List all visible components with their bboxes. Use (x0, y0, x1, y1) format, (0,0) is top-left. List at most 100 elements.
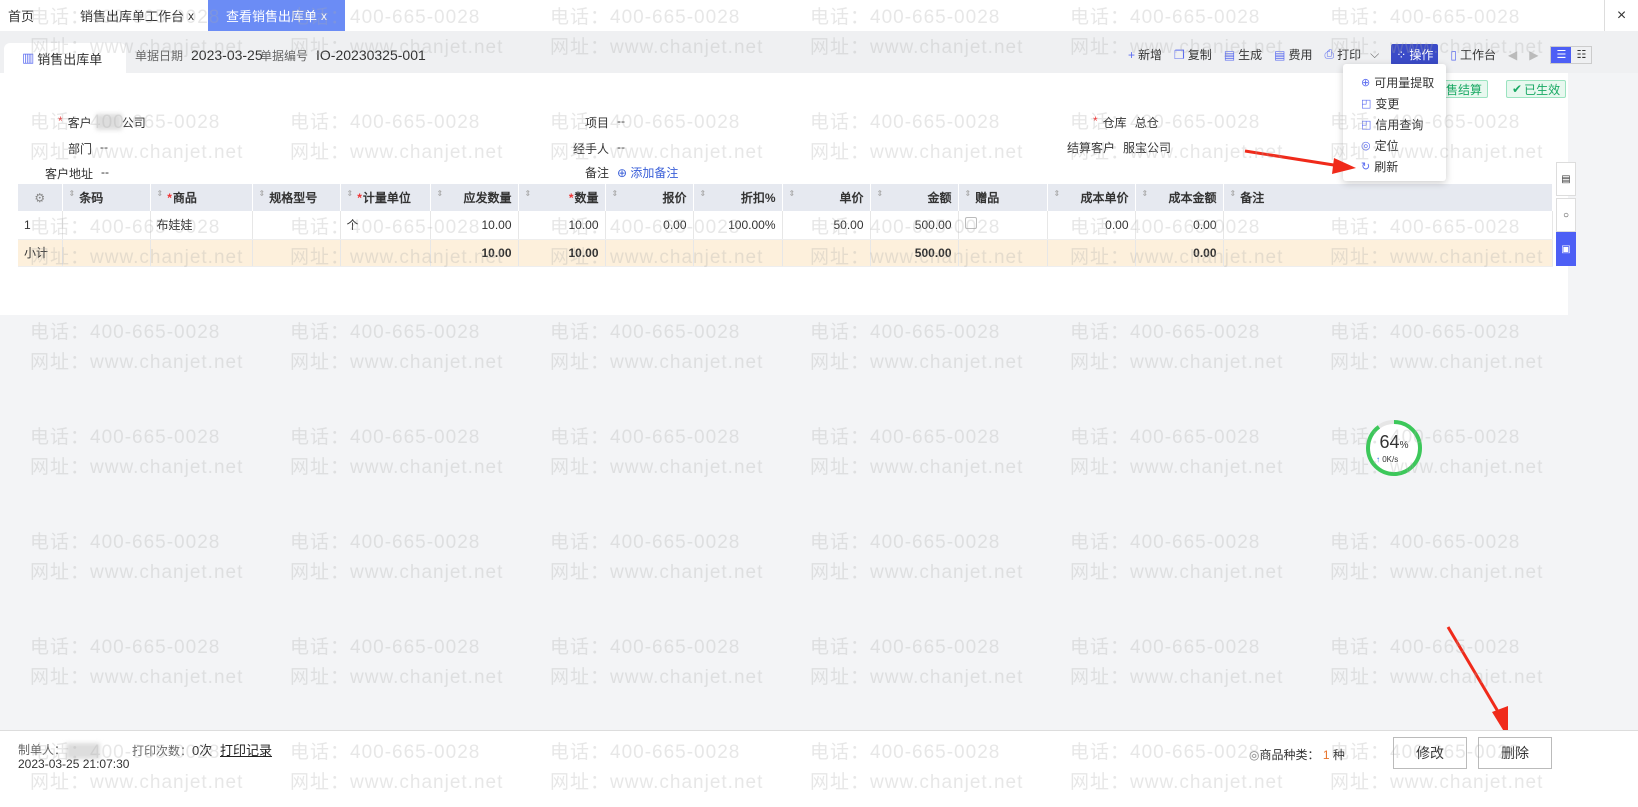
column-header[interactable]: ⇕ 金额 (870, 184, 959, 211)
column-header[interactable]: ⇕ 成本金额 (1135, 184, 1224, 211)
header-label: 计量单位 (362, 191, 411, 205)
sort-icon[interactable]: ⇕ (525, 189, 532, 198)
sort-icon[interactable]: ⇕ (877, 189, 884, 198)
edit-button[interactable]: 修改 (1393, 737, 1467, 769)
chevron-down-icon[interactable]: ⌵ (1370, 47, 1379, 62)
subtotal-cell (252, 239, 341, 267)
watermark-url: 网址：www.chanjet.net (1070, 457, 1284, 478)
sort-icon[interactable]: ⇕ (789, 189, 796, 198)
watermark-url: 网址：www.chanjet.net (1070, 667, 1284, 688)
menu-item-change[interactable]: ◰ 变更 (1343, 93, 1446, 114)
window-close-button[interactable]: × (1604, 0, 1638, 31)
subtotal-cell (958, 239, 1048, 267)
header-label: 数量 (574, 191, 599, 205)
close-icon[interactable]: x (188, 9, 194, 23)
required-mark: * (1093, 114, 1098, 128)
column-settings-icon[interactable]: ⚙ (18, 184, 63, 211)
watermark: 电话：400-665-0028 网址：www.chanjet.net (550, 633, 763, 693)
prev-arrow-icon[interactable]: ◀ (1508, 48, 1517, 62)
item-kinds: ◎商品种类： 1 种 (1249, 746, 1345, 763)
watermark-phone: 电话：400-665-0028 (1070, 322, 1261, 343)
label: 可用量提取 (1374, 76, 1435, 90)
sort-icon[interactable]: ⇕ (437, 189, 444, 198)
view-switch[interactable]: ☰ ☷ (1550, 45, 1593, 64)
card-view-icon[interactable]: ☷ (1571, 47, 1591, 63)
table-row[interactable]: 1 布娃娃个 10.00 10.00 0.00 100.00% 50.00 500.00 0.0… (18, 211, 1553, 240)
subtotal-cell: 10.00 (518, 239, 606, 267)
watermark-url: 网址：www.chanjet.net (30, 562, 244, 583)
side-panel-icon[interactable]: ▣ (1556, 232, 1576, 266)
list-view-icon[interactable]: ☰ (1551, 46, 1572, 63)
watermark-url: 网址：www.chanjet.net (1070, 562, 1284, 583)
watermark: 电话：400-665-0028 网址：www.chanjet.net (1070, 423, 1283, 483)
menu-item-locate[interactable]: ◎ 定位 (1343, 135, 1446, 156)
watermark-phone: 电话：400-665-0028 (1070, 427, 1261, 448)
sort-icon[interactable]: ⇕ (1142, 189, 1149, 198)
menu-item-credit-query[interactable]: ◰ 信用查询 (1343, 114, 1446, 135)
side-document-icon[interactable]: ▤ (1556, 162, 1576, 196)
sort-icon[interactable]: ⇕ (259, 189, 266, 198)
watermark-phone: 电话：400-665-0028 (550, 427, 741, 448)
expense-button[interactable]: ▤ 费用 (1274, 46, 1312, 63)
watermark-url: 网址：www.chanjet.net (290, 457, 504, 478)
sort-icon[interactable]: ⇕ (69, 189, 76, 198)
generate-button[interactable]: ▤ 生成 (1224, 46, 1262, 63)
print-log-link[interactable]: 打印记录 (220, 740, 272, 759)
column-header[interactable]: ⇕ 单价 (782, 184, 871, 211)
column-header[interactable]: ⇕ 备注 (1223, 184, 1553, 211)
sort-icon[interactable]: ⇕ (1054, 189, 1061, 198)
label: 刷新 (1374, 160, 1399, 174)
doc-type-tab[interactable]: ▥ 销售出库单 (4, 43, 126, 73)
required-mark: * (568, 191, 574, 205)
value: -- (100, 140, 109, 154)
sort-icon[interactable]: ⇕ (157, 189, 164, 198)
copy-button[interactable]: ❐ 复制 (1174, 46, 1212, 63)
column-header[interactable]: ⇕ 折扣% (693, 184, 783, 211)
column-header[interactable]: ⇕ *计量单位 (340, 184, 431, 211)
address-field: 客户地址 -- (45, 165, 109, 182)
tab-home[interactable]: 首页 (0, 0, 42, 31)
subtotal-cell (782, 239, 871, 267)
add-note-link[interactable]: ⊕ 添加备注 (617, 164, 678, 181)
header-label: 应发数量 (463, 191, 512, 205)
sort-icon[interactable]: ⇕ (612, 189, 619, 198)
add-button[interactable]: + 新增 (1128, 46, 1162, 63)
sort-icon[interactable]: ⇕ (965, 189, 972, 198)
column-header[interactable]: ⇕ 规格型号 (252, 184, 341, 211)
tab-view-sales-outbound[interactable]: 查看销售出库单 x (208, 0, 346, 31)
column-header[interactable]: ⇕ 成本单价 (1047, 184, 1136, 211)
copy-icon: ❐ (1174, 47, 1185, 62)
sort-icon[interactable]: ⇕ (1230, 189, 1237, 198)
label: 工作台 (1459, 48, 1496, 62)
chart-icon: ▥ (22, 50, 35, 65)
menu-item-refresh[interactable]: ↻ 刷新 (1343, 156, 1446, 177)
check-circle-icon: ✔ (1512, 82, 1523, 96)
sort-icon[interactable]: ⇕ (700, 189, 707, 198)
subtotal-cell (693, 239, 783, 267)
status-badge: ✔ 已生效 (1506, 80, 1567, 98)
gift-checkbox[interactable] (964, 217, 977, 230)
next-arrow-icon[interactable]: ▶ (1529, 48, 1538, 62)
print-button[interactable]: ⎙ 打印 ⌵ (1325, 46, 1380, 63)
delete-button[interactable]: 删除 (1478, 737, 1552, 769)
watermark-phone: 电话：400-665-0028 (1330, 532, 1521, 553)
operate-button[interactable]: ⁘ 操作 (1391, 44, 1439, 65)
column-header[interactable]: ⇕ *商品 (150, 184, 253, 211)
column-header[interactable]: ⇕ 条码 (62, 184, 151, 211)
column-header[interactable]: ⇕ 赠品 (958, 184, 1048, 211)
tab-sales-outbound-workbench[interactable]: 销售出库单工作台 x (72, 0, 202, 31)
label: 打印次数： (132, 744, 193, 758)
side-search-icon[interactable]: ○ (1556, 198, 1576, 232)
sort-icon[interactable]: ⇕ (347, 189, 354, 198)
table-cell: 500.00 (870, 211, 959, 240)
column-header[interactable]: ⇕ 报价 (605, 184, 694, 211)
menu-item-available-qty[interactable]: ⊕ 可用量提取 (1343, 72, 1446, 93)
close-icon[interactable]: x (321, 9, 327, 23)
column-header[interactable]: ⇕ 应发数量 (430, 184, 519, 211)
workbench-button[interactable]: ▯ 工作台 (1450, 46, 1496, 63)
column-header[interactable]: ⇕ *数量 (518, 184, 606, 211)
subtotal-cell (150, 239, 253, 267)
warehouse-field: * 仓库 总仓 (1093, 114, 1159, 131)
customer-field: * 客户 公司 (58, 114, 146, 131)
watermark-url: 网址：www.chanjet.net (550, 457, 764, 478)
